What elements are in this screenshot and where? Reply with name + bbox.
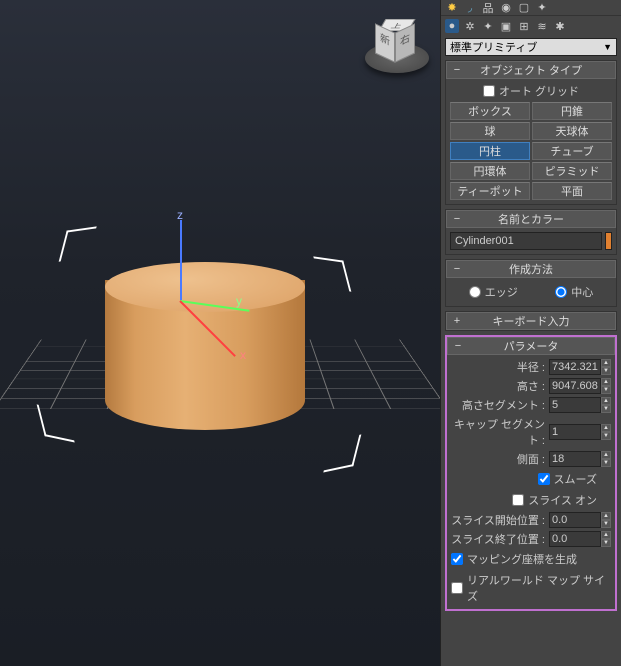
- real-world-checkbox[interactable]: [451, 582, 463, 594]
- spinner-down-icon: ▼: [601, 539, 611, 547]
- edge-radio[interactable]: [469, 286, 481, 298]
- object-type-rollout: − オブジェクト タイプ オート グリッド ボックス円錐球天球体円柱チューブ円環…: [445, 60, 617, 205]
- gen-mapping-checkbox[interactable]: [451, 553, 463, 565]
- rollout-header[interactable]: − パラメータ: [447, 337, 615, 355]
- primitive-button[interactable]: 円柱: [450, 142, 530, 160]
- spinner-up-icon[interactable]: ▲: [601, 451, 611, 459]
- viewport-3d[interactable]: z y x 上 新 右: [0, 0, 440, 666]
- hierarchy-tab-icon[interactable]: 品: [481, 1, 495, 15]
- slice-to-input: [549, 531, 601, 547]
- spinner-down-icon[interactable]: ▼: [601, 459, 611, 467]
- chevron-down-icon: ▼: [603, 42, 612, 52]
- geometry-icon[interactable]: ●: [445, 19, 459, 33]
- spinner-up-icon[interactable]: ▲: [601, 378, 611, 386]
- dropdown-label: 標準プリミティブ: [450, 39, 537, 55]
- lights-icon[interactable]: ✦: [481, 19, 495, 33]
- spinner-up-icon[interactable]: ▲: [601, 359, 611, 367]
- spinner-down-icon[interactable]: ▼: [601, 386, 611, 394]
- height-segments-input[interactable]: [549, 397, 601, 413]
- selection-bracket: [303, 413, 366, 476]
- primitive-button[interactable]: 円環体: [450, 162, 530, 180]
- autogrid-label: オート グリッド: [499, 83, 579, 99]
- spinner-up-icon: ▲: [601, 512, 611, 520]
- axis-z-label: z: [177, 208, 183, 222]
- parameters-rollout: − パラメータ 半径 :▲▼ 高さ :▲▼ 高さセグメント :▲▼ キャップ セ…: [445, 335, 617, 611]
- keyboard-entry-rollout: + キーボード入力: [445, 311, 617, 331]
- axis-x-label: x: [240, 348, 246, 362]
- spinner-down-icon[interactable]: ▼: [601, 405, 611, 413]
- name-color-rollout: − 名前とカラー: [445, 209, 617, 255]
- radius-input[interactable]: [549, 359, 601, 375]
- primitive-button[interactable]: ティーポット: [450, 182, 530, 200]
- object-color-swatch[interactable]: [605, 232, 612, 250]
- collapse-icon: −: [449, 263, 465, 275]
- primitive-button[interactable]: 平面: [532, 182, 612, 200]
- display-tab-icon[interactable]: ▢: [517, 1, 531, 15]
- rollout-header[interactable]: − 名前とカラー: [446, 210, 616, 228]
- viewcube[interactable]: 上 新 右: [362, 15, 432, 85]
- slice-on-checkbox[interactable]: [512, 494, 524, 506]
- primitive-button[interactable]: 球: [450, 122, 530, 140]
- sides-input[interactable]: [549, 451, 601, 467]
- collapse-icon: −: [449, 64, 465, 76]
- center-radio[interactable]: [555, 286, 567, 298]
- create-tab-icon[interactable]: ✸: [445, 1, 459, 15]
- primitive-button[interactable]: チューブ: [532, 142, 612, 160]
- modify-tab-icon[interactable]: ◞: [463, 1, 477, 15]
- helpers-icon[interactable]: ⊞: [517, 19, 531, 33]
- object-name-input[interactable]: [450, 232, 602, 250]
- collapse-icon: −: [450, 340, 466, 352]
- rollout-header[interactable]: + キーボード入力: [446, 312, 616, 330]
- autogrid-checkbox[interactable]: [483, 85, 495, 97]
- height-input[interactable]: [549, 378, 601, 394]
- axis-y-label: y: [236, 294, 242, 308]
- command-panel: ✸ ◞ 品 ◉ ▢ ✦ ● ✲ ✦ ▣ ⊞ ≋ ✱ 標準プリミティブ ▼ − オ…: [440, 0, 621, 666]
- creation-method-rollout: − 作成方法 エッジ 中心: [445, 259, 617, 307]
- spinner-down-icon[interactable]: ▼: [601, 367, 611, 375]
- smooth-checkbox[interactable]: [538, 473, 550, 485]
- primitive-button[interactable]: 円錐: [532, 102, 612, 120]
- motion-tab-icon[interactable]: ◉: [499, 1, 513, 15]
- rollout-header[interactable]: − オブジェクト タイプ: [446, 61, 616, 79]
- cameras-icon[interactable]: ▣: [499, 19, 513, 33]
- cylinder-object[interactable]: [100, 240, 310, 420]
- spinner-down-icon: ▼: [601, 520, 611, 528]
- cap-segments-input[interactable]: [549, 424, 601, 440]
- shapes-icon[interactable]: ✲: [463, 19, 477, 33]
- panel-tabs: ✸ ◞ 品 ◉ ▢ ✦: [441, 0, 621, 16]
- category-dropdown[interactable]: 標準プリミティブ ▼: [445, 38, 617, 56]
- spinner-up-icon[interactable]: ▲: [601, 397, 611, 405]
- slice-from-input: [549, 512, 601, 528]
- spinner-up-icon: ▲: [601, 531, 611, 539]
- rollout-header[interactable]: − 作成方法: [446, 260, 616, 278]
- spacewarps-icon[interactable]: ≋: [535, 19, 549, 33]
- primitive-button[interactable]: 天球体: [532, 122, 612, 140]
- expand-icon: +: [449, 315, 465, 327]
- systems-icon[interactable]: ✱: [553, 19, 567, 33]
- utilities-tab-icon[interactable]: ✦: [535, 1, 549, 15]
- spinner-down-icon[interactable]: ▼: [601, 432, 611, 440]
- create-category-bar: ● ✲ ✦ ▣ ⊞ ≋ ✱: [441, 16, 621, 36]
- collapse-icon: −: [449, 213, 465, 225]
- primitive-button[interactable]: ピラミッド: [532, 162, 612, 180]
- primitive-button[interactable]: ボックス: [450, 102, 530, 120]
- spinner-up-icon[interactable]: ▲: [601, 424, 611, 432]
